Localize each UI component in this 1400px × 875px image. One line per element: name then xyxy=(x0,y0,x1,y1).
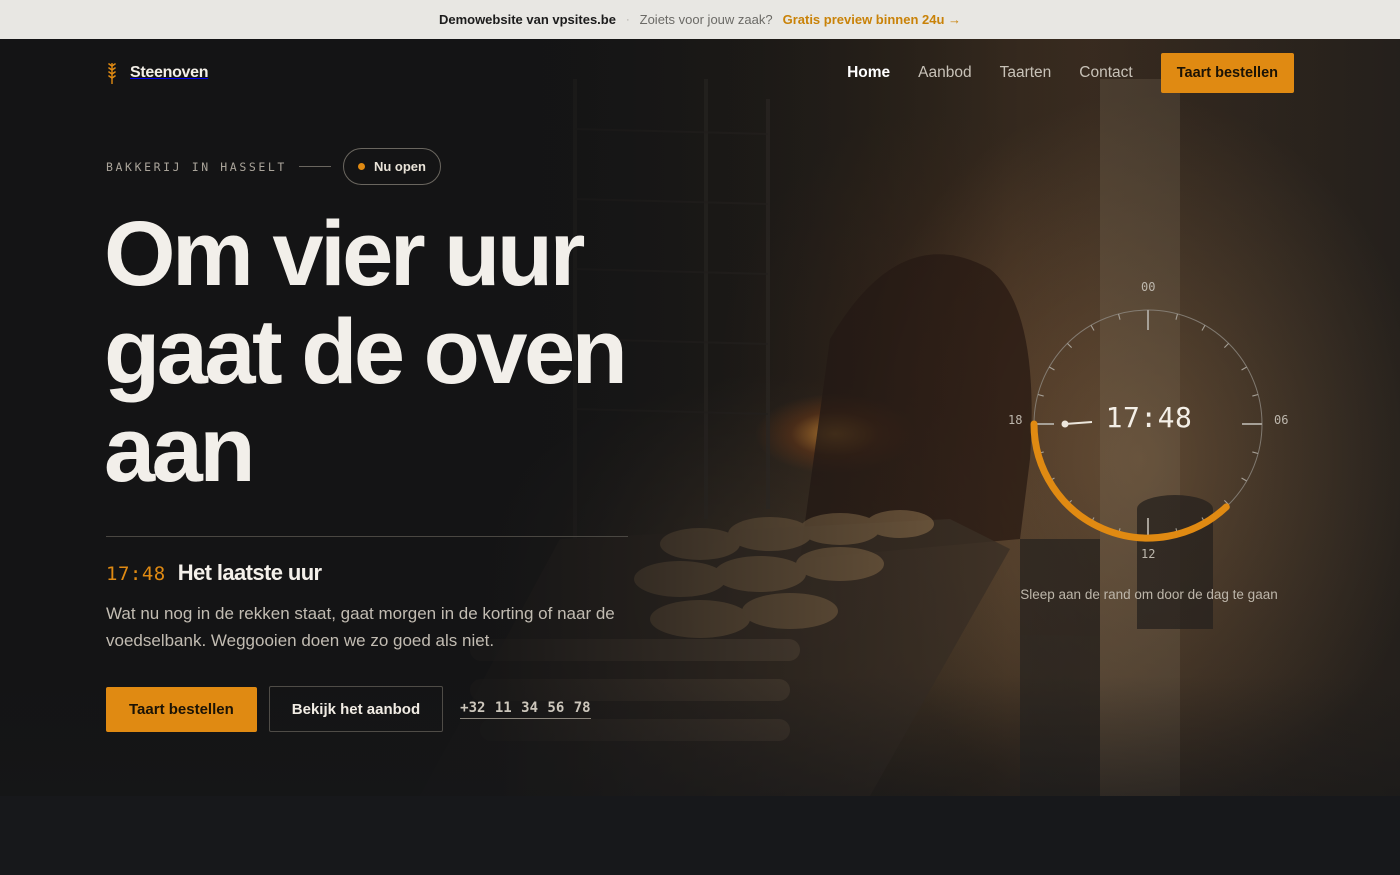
clock-label-top: 00 xyxy=(1141,280,1156,294)
announcement-site: Demowebsite van vpsites.be xyxy=(438,12,616,27)
hero-divider xyxy=(106,536,628,537)
clock-minor-tick xyxy=(1223,343,1229,349)
clock-hand xyxy=(1064,421,1093,425)
clock-minor-tick xyxy=(1048,366,1055,371)
clock-label-left: 18 xyxy=(1008,413,1023,427)
hero-eyebrow: BAKKERIJ IN HASSELT xyxy=(106,159,287,174)
hero-actions: Taart bestellen Bekijk het aanbod +32 11… xyxy=(106,686,591,732)
next-section xyxy=(0,796,1400,875)
eyebrow-divider xyxy=(298,166,331,167)
clock-minor-tick xyxy=(1090,324,1095,331)
order-cake-button[interactable]: Taart bestellen xyxy=(106,686,257,732)
nav-order-cake-button[interactable]: Taart bestellen xyxy=(1160,53,1294,93)
wheat-icon xyxy=(108,63,116,84)
nav-link-taarten[interactable]: Taarten xyxy=(1000,64,1052,82)
clock-progress-arc xyxy=(1030,420,1230,542)
hero-headline: Om vier uur gaat de oven aan xyxy=(104,205,724,499)
current-period-row: 17:48 Het laatste uur xyxy=(106,560,322,586)
nav-link-aanbod[interactable]: Aanbod xyxy=(918,64,971,82)
clock-minor-tick xyxy=(1252,451,1259,455)
main-navigation: Steenoven Home Aanbod Taarten Contact Ta… xyxy=(106,53,1294,93)
hero-eyebrow-row: BAKKERIJ IN HASSELT Nu open xyxy=(106,148,441,185)
status-dot-icon xyxy=(357,163,365,170)
clock-minor-tick xyxy=(1201,324,1206,331)
clock-minor-tick xyxy=(1037,393,1044,397)
brand-logo-link[interactable]: Steenoven xyxy=(106,61,209,85)
nav-link-home[interactable]: Home xyxy=(847,64,890,82)
announcement-bar: Demowebsite van vpsites.be · Zoiets voor… xyxy=(0,0,1400,39)
current-period-title: Het laatste uur xyxy=(177,560,322,585)
headline-line-3: aan xyxy=(104,399,256,501)
open-status-badge: Nu open xyxy=(342,148,441,185)
announcement-cta-link[interactable]: Gratis preview binnen 24u → xyxy=(783,12,961,27)
headline-line-1: Om vier uur xyxy=(104,203,585,305)
clock-label-right: 06 xyxy=(1274,413,1289,427)
clock-time-readout: 17:48 xyxy=(1105,401,1193,434)
nav-link-contact[interactable]: Contact xyxy=(1079,64,1132,82)
open-status-label: Nu open xyxy=(373,159,426,174)
announcement-question: Zoiets voor jouw zaak? xyxy=(639,12,773,27)
clock-minor-tick xyxy=(1241,366,1248,371)
phone-link[interactable]: +32 11 34 56 78 xyxy=(460,700,591,719)
announcement-separator: · xyxy=(625,13,630,26)
clock-minor-tick xyxy=(1175,313,1179,320)
clock-minor-tick xyxy=(1067,343,1073,349)
headline-line-2: gaat de oven xyxy=(104,301,628,403)
clock-minor-tick xyxy=(1252,393,1259,397)
current-period-description: Wat nu nog in de rekken staat, gaat morg… xyxy=(106,604,615,650)
clock-minor-tick xyxy=(1117,313,1121,320)
clock-hand-pivot xyxy=(1061,420,1069,428)
view-offer-button[interactable]: Bekijk het aanbod xyxy=(268,686,444,732)
nav-links: Home Aanbod Taarten Contact xyxy=(847,64,1133,82)
current-time: 17:48 xyxy=(106,563,166,585)
clock-label-bottom: 12 xyxy=(1141,547,1156,561)
clock-hint: Sleep aan de rand om door de dag te gaan xyxy=(1020,587,1278,602)
clock-minor-tick xyxy=(1241,477,1248,482)
brand-name: Steenoven xyxy=(130,64,209,81)
